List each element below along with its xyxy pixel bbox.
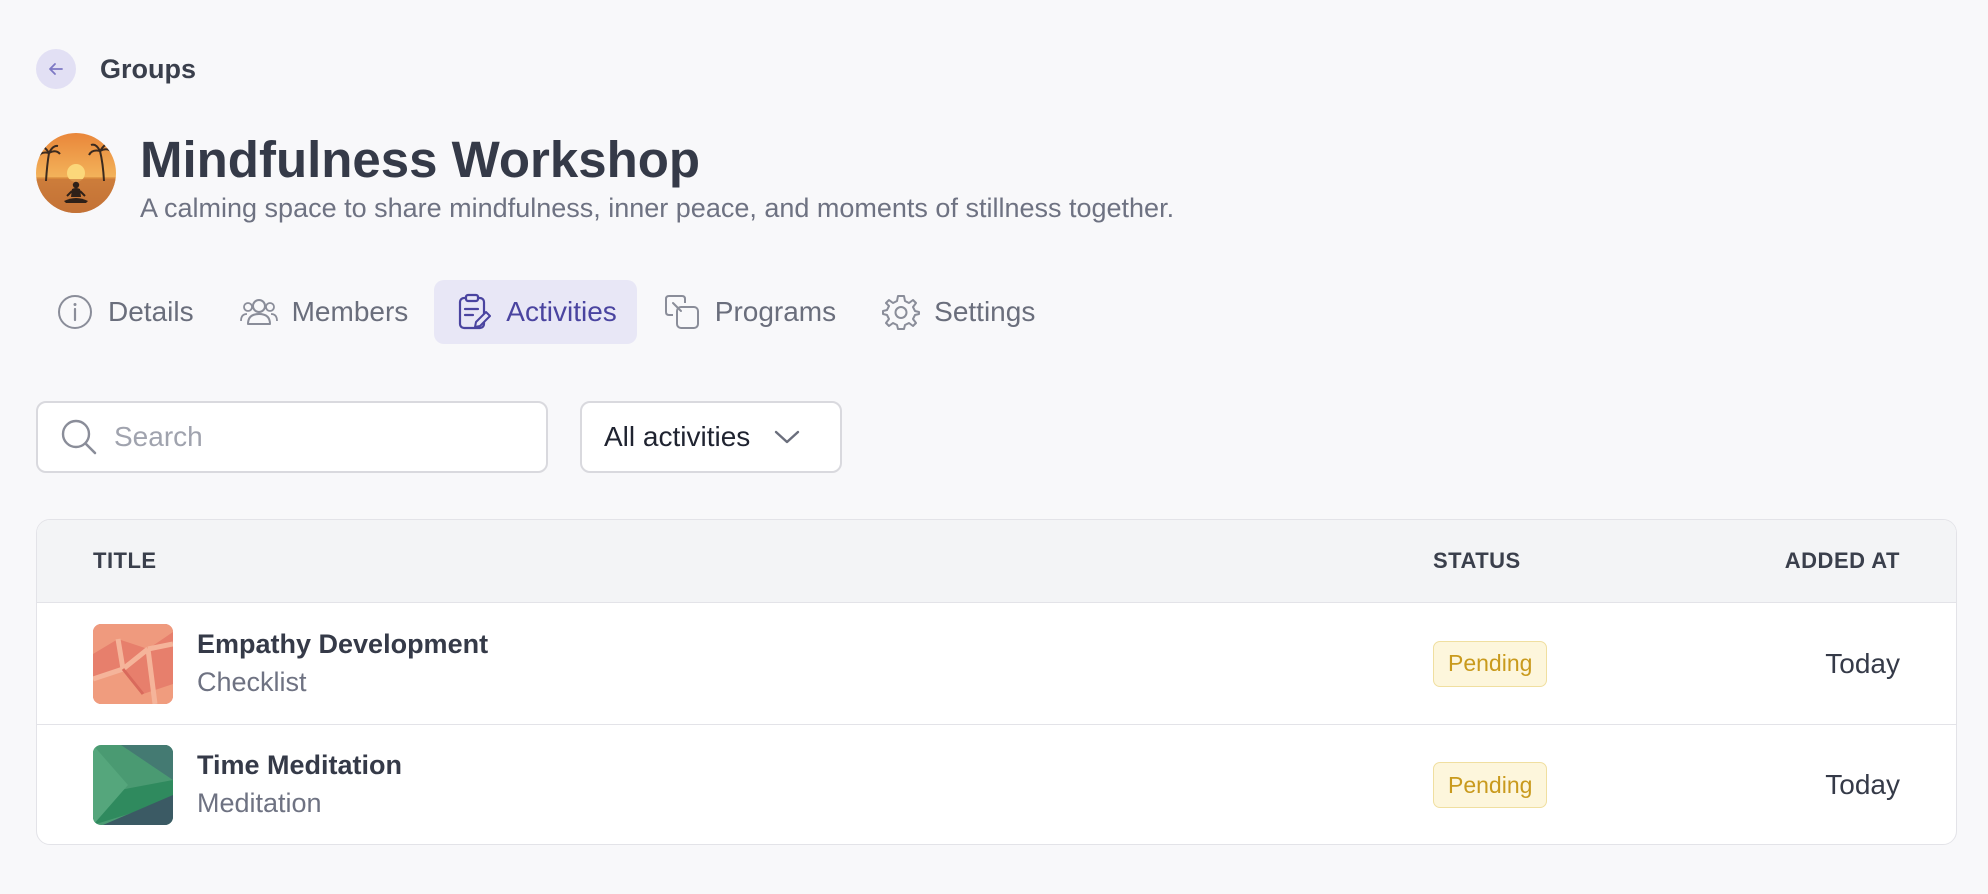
tab-label: Settings bbox=[934, 296, 1036, 327]
group-avatar bbox=[36, 133, 116, 213]
status-badge: Pending bbox=[1433, 762, 1548, 808]
tab-details[interactable]: Details bbox=[36, 280, 214, 344]
tab-programs[interactable]: Programs bbox=[643, 280, 856, 344]
tab-label: Activities bbox=[506, 296, 617, 327]
chevron-down-icon bbox=[774, 429, 800, 445]
added-at: Today bbox=[1825, 769, 1900, 800]
clipboard-edit-icon bbox=[454, 293, 492, 331]
table-row[interactable]: Time Meditation Meditation Pending Today bbox=[37, 724, 1956, 844]
users-icon bbox=[239, 293, 278, 331]
search-field[interactable] bbox=[36, 401, 548, 473]
table-header: TITLE STATUS ADDED AT bbox=[37, 520, 1956, 603]
breadcrumb: Groups bbox=[36, 49, 196, 89]
activity-title[interactable]: Time Meditation bbox=[197, 747, 402, 783]
column-header-status[interactable]: STATUS bbox=[1433, 548, 1521, 574]
tab-label: Programs bbox=[714, 296, 837, 327]
status-badge: Pending bbox=[1433, 640, 1548, 687]
tab-bar: Details Members Activities Programs Sett… bbox=[36, 280, 1061, 344]
added-at: Today bbox=[1825, 647, 1900, 679]
column-header-title[interactable]: TITLE bbox=[93, 548, 157, 574]
back-label[interactable]: Groups bbox=[100, 54, 196, 85]
activity-thumbnail bbox=[93, 745, 173, 825]
tab-label: Details bbox=[108, 296, 194, 327]
column-header-added-at[interactable]: ADDED AT bbox=[1785, 548, 1900, 574]
page-description: A calming space to share mindfulness, in… bbox=[140, 193, 1175, 223]
copy-icon bbox=[663, 293, 701, 331]
activity-filter-select[interactable]: All activities bbox=[580, 401, 842, 473]
activity-title[interactable]: Empathy Development bbox=[197, 626, 488, 662]
gear-icon bbox=[882, 293, 921, 331]
back-button[interactable] bbox=[36, 49, 76, 89]
tab-activities[interactable]: Activities bbox=[434, 280, 637, 344]
search-icon bbox=[61, 419, 97, 455]
activity-type: Meditation bbox=[197, 788, 322, 818]
arrow-left-icon bbox=[49, 63, 63, 75]
activity-thumbnail bbox=[93, 623, 173, 704]
table-row[interactable]: Empathy Development Checklist Pending To… bbox=[37, 603, 1956, 724]
page-title: Mindfulness Workshop bbox=[140, 131, 701, 188]
activities-table: TITLE STATUS ADDED AT Empathy Developmen… bbox=[36, 519, 1957, 845]
tab-label: Members bbox=[291, 296, 409, 327]
activity-type: Checklist bbox=[197, 666, 307, 697]
filter-bar: All activities bbox=[36, 401, 842, 473]
search-input[interactable] bbox=[114, 421, 514, 453]
tab-members[interactable]: Members bbox=[220, 280, 429, 344]
activity-filter-value: All activities bbox=[604, 421, 751, 452]
tab-settings[interactable]: Settings bbox=[862, 280, 1055, 344]
group-header: Mindfulness Workshop A calming space to … bbox=[36, 130, 1174, 225]
info-icon bbox=[56, 293, 94, 331]
